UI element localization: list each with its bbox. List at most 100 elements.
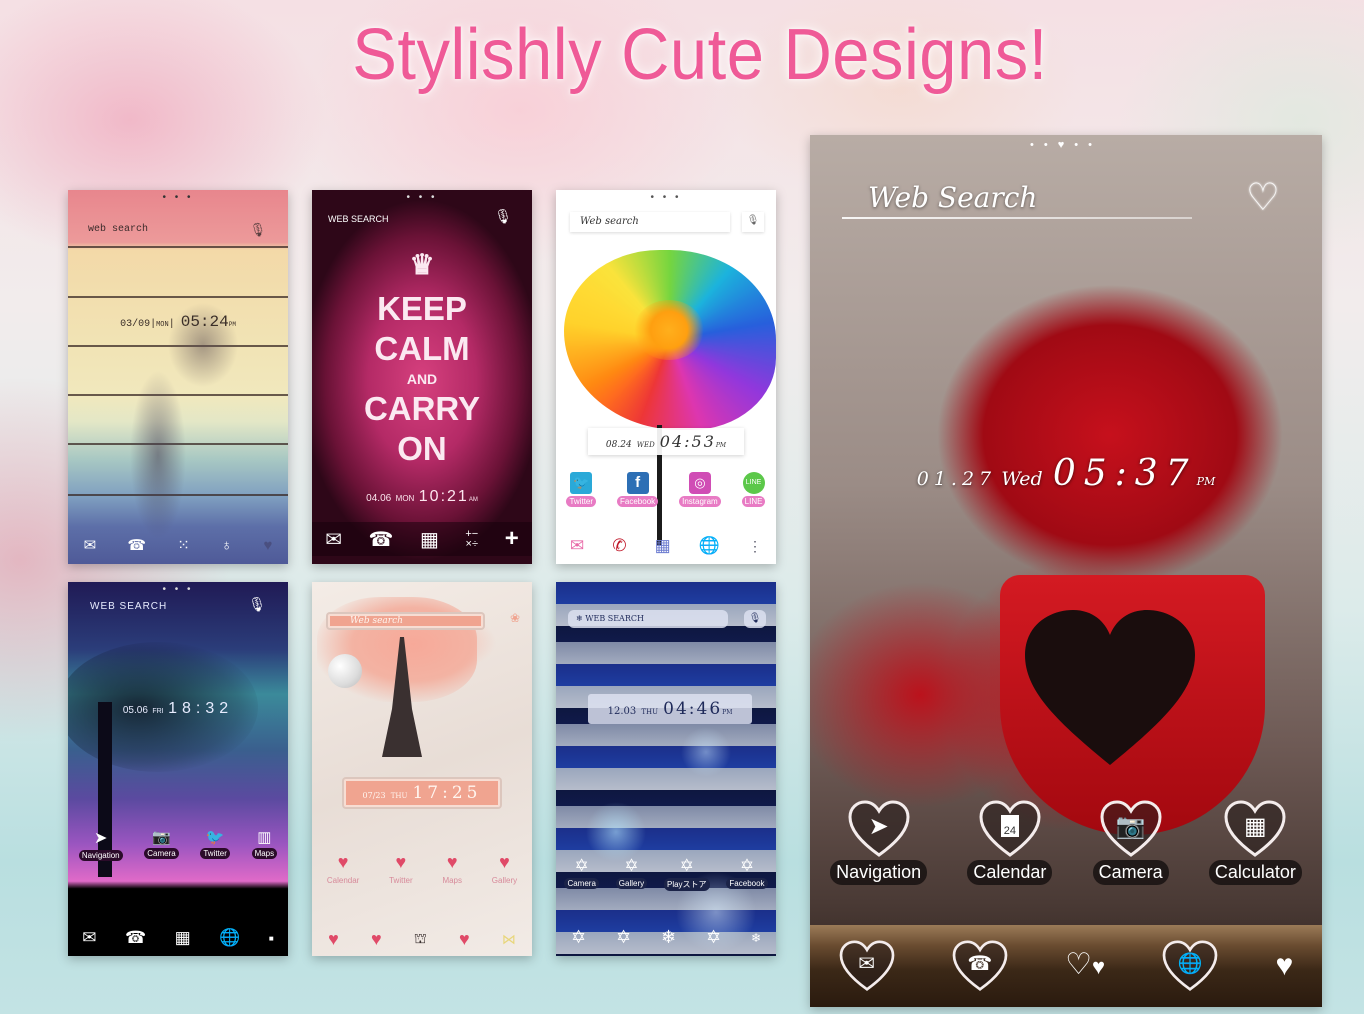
app-twitter[interactable]: 🐦 Twitter bbox=[566, 472, 597, 507]
map-icon: ♥ bbox=[446, 852, 458, 872]
app-camera[interactable]: 📷 Camera bbox=[144, 828, 179, 861]
heart-icon[interactable]: ♡ bbox=[1246, 175, 1280, 220]
web-search-bar[interactable]: Web Search bbox=[868, 181, 1037, 214]
apps-icon[interactable]: ▦ bbox=[420, 527, 439, 552]
app-camera[interactable]: ✡ Camera bbox=[564, 856, 599, 891]
app-navigation[interactable]: ➤ Navigation bbox=[830, 800, 928, 885]
snowflake-icon[interactable]: ❄ bbox=[661, 927, 676, 948]
mail-icon[interactable]: ✉ bbox=[570, 536, 584, 556]
mic-icon[interactable]: 🎙 bbox=[742, 212, 764, 232]
mic-icon[interactable]: 🎙 bbox=[248, 596, 266, 613]
theme-preview-eiffel-lace[interactable]: Web search ❀ 07/23 THU 17:25 ♥ Calendar ♥… bbox=[312, 582, 532, 956]
search-underline bbox=[842, 217, 1192, 219]
app-maps[interactable]: ♥ Maps bbox=[439, 852, 465, 886]
plank-line bbox=[68, 246, 288, 248]
app-facebook[interactable]: f Facebook bbox=[617, 472, 659, 507]
web-search-bar[interactable]: WEB SEARCH bbox=[328, 214, 389, 224]
ampm: PM bbox=[1196, 475, 1216, 488]
globe-icon[interactable]: ✡ bbox=[706, 927, 721, 948]
snowflake-small-icon[interactable]: ❄ bbox=[751, 931, 761, 945]
calendar-icon: ♥ bbox=[337, 852, 349, 872]
snowflake-icon: ❄ bbox=[576, 614, 586, 623]
mail-icon[interactable]: ✡ bbox=[571, 927, 586, 948]
phone-icon[interactable]: ✡ bbox=[616, 927, 631, 948]
apps-icon[interactable]: ▦ bbox=[655, 536, 671, 556]
mic-icon[interactable]: 🎙 bbox=[744, 610, 766, 628]
app-instagram[interactable]: ◎ Instagram bbox=[679, 472, 721, 507]
mic-icon[interactable]: 🎙 bbox=[494, 208, 512, 225]
theme-preview-night-tree[interactable]: • • • WEB SEARCH 🎙 05.06 FRI 18:32 ➤ Navi… bbox=[68, 582, 288, 956]
app-maps[interactable]: ▥ Maps bbox=[251, 828, 278, 861]
square-icon[interactable]: ■ bbox=[269, 934, 274, 943]
app-camera[interactable]: 📷 Camera bbox=[1092, 800, 1169, 885]
clock-widget: 04.06 MON 10:21AM bbox=[312, 488, 532, 506]
time: 10:21 bbox=[418, 488, 469, 505]
dock: ✉ ☎ ▦ +− ×÷ + bbox=[312, 522, 532, 556]
clock-widget: 01.27 Wed 05:37PM bbox=[810, 453, 1322, 494]
app-facebook[interactable]: ✡ Facebook bbox=[726, 856, 768, 891]
app-twitter[interactable]: 🐦 Twitter bbox=[200, 828, 230, 861]
phone-icon[interactable]: ☎ bbox=[125, 928, 146, 948]
apps-icon[interactable]: ⁙ bbox=[177, 536, 190, 554]
date: 08.24 bbox=[605, 440, 632, 450]
mail-icon[interactable]: ✉ bbox=[325, 527, 342, 552]
phone-icon[interactable]: ☎ bbox=[127, 536, 146, 554]
plus-icon[interactable]: + bbox=[505, 525, 519, 553]
page-indicator: • • • bbox=[162, 584, 194, 595]
eiffel-icon[interactable]: ⛫ bbox=[414, 930, 427, 949]
time: 17:25 bbox=[412, 783, 482, 803]
menu-icon[interactable]: ⋮ bbox=[748, 538, 762, 555]
navigation-icon: ➤ bbox=[94, 830, 108, 847]
apps-icon[interactable]: ▦ bbox=[175, 928, 191, 948]
phone-icon: ☎ bbox=[967, 952, 993, 975]
browser-icon[interactable]: ♁ bbox=[221, 537, 232, 554]
web-search-bar[interactable]: Web search bbox=[328, 614, 483, 628]
app-twitter[interactable]: ♥ Twitter bbox=[386, 852, 416, 886]
app-gallery[interactable]: ✡ Gallery bbox=[615, 856, 648, 891]
theme-preview-keep-calm[interactable]: • • • WEB SEARCH 🎙 ♛ KEEP CALM AND CARRY… bbox=[312, 190, 532, 564]
poster-line: CARRY bbox=[363, 390, 481, 427]
time: 05:37 bbox=[1052, 453, 1197, 494]
app-gallery[interactable]: ♥ Gallery bbox=[489, 852, 520, 886]
heart-icon[interactable]: ♥ bbox=[1276, 949, 1294, 983]
web-search-bar[interactable]: web search bbox=[88, 224, 148, 235]
instagram-icon: ◎ bbox=[688, 472, 711, 494]
app-line[interactable]: LINE LINE bbox=[741, 472, 766, 507]
time: 18:32 bbox=[168, 700, 234, 717]
mail-button[interactable]: ✉ bbox=[839, 940, 895, 992]
app-calculator[interactable]: ▦ Calculator bbox=[1208, 800, 1302, 885]
heart-icon[interactable]: ♥ bbox=[263, 537, 272, 554]
mail-icon[interactable]: ♥ bbox=[328, 929, 339, 950]
globe-icon[interactable]: 🌐 bbox=[699, 536, 720, 556]
mic-icon[interactable]: 🎙 bbox=[249, 222, 266, 238]
hearts-icon[interactable]: ♡♥ bbox=[1065, 950, 1105, 982]
heart-frame: 24 bbox=[979, 800, 1041, 858]
mail-icon[interactable]: ✉ bbox=[82, 928, 96, 948]
globe-icon[interactable]: ♥ bbox=[459, 929, 470, 950]
app-play-store[interactable]: ✡ Playストア bbox=[663, 856, 710, 891]
dock: ✉ ✆ ▦ 🌐 ⋮ bbox=[556, 536, 776, 556]
phone-icon[interactable]: ✆ bbox=[612, 536, 626, 556]
date: 03/09 bbox=[120, 319, 151, 330]
globe-button[interactable]: 🌐 bbox=[1162, 940, 1218, 992]
bow-icon[interactable]: ❀ bbox=[510, 611, 520, 625]
theme-preview-snow-chevron[interactable]: ❄ WEB SEARCH 🎙 12.03 THU 04:46PM ✡ Camera… bbox=[556, 582, 776, 956]
theme-preview-rainbow-rose[interactable]: • • • Web search 🎙 08.24 WED 04:53PM 🐦 Tw… bbox=[556, 190, 776, 564]
globe-icon[interactable]: 🌐 bbox=[219, 928, 240, 948]
web-search-bar[interactable]: WEB SEARCH bbox=[90, 601, 167, 612]
phone-icon[interactable]: ☎ bbox=[369, 527, 394, 552]
bow-icon[interactable]: ⋈ bbox=[502, 931, 516, 948]
theme-preview-rainbow-wood[interactable]: • • • web search 🎙 03/09|MON| 05:24PM ✉ … bbox=[68, 190, 288, 564]
app-row: ➤ Navigation 24 Calendar 📷 Camera ▦ Calc… bbox=[810, 800, 1322, 885]
twitter-icon: 🐦 bbox=[570, 472, 593, 494]
web-search-bar[interactable]: Web search bbox=[570, 212, 730, 232]
app-calendar[interactable]: 24 Calendar bbox=[967, 800, 1053, 885]
app-calendar[interactable]: ♥ Calendar bbox=[324, 852, 362, 886]
theme-preview-red-roses[interactable]: ••♥•• Web Search ♡ 01.27 Wed 05:37PM ➤ N… bbox=[810, 135, 1322, 1007]
mail-icon[interactable]: ✉ bbox=[84, 536, 97, 554]
phone-button[interactable]: ☎ bbox=[952, 940, 1008, 992]
web-search-bar[interactable]: ❄ WEB SEARCH bbox=[568, 610, 728, 628]
phone-icon[interactable]: ♥ bbox=[371, 929, 382, 950]
app-navigation[interactable]: ➤ Navigation bbox=[78, 828, 123, 861]
calculator-icon[interactable]: +− ×÷ bbox=[465, 529, 478, 550]
